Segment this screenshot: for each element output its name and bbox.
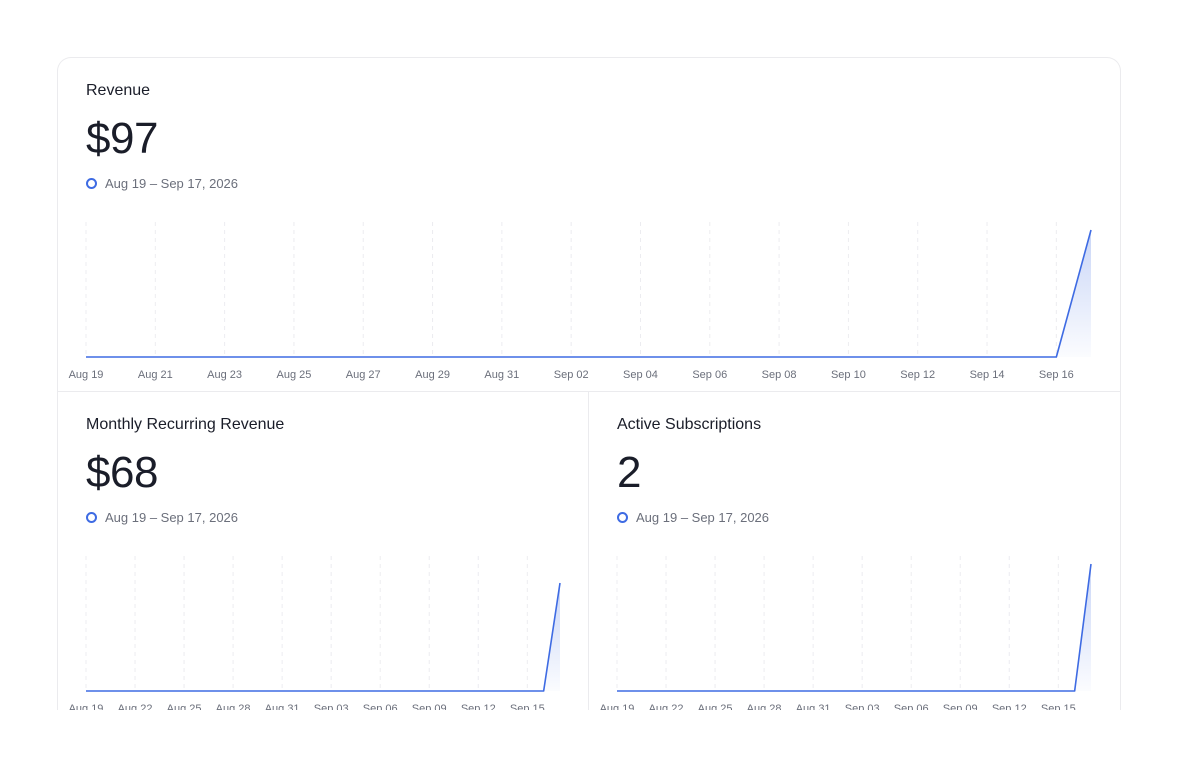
x-tick-label: Sep 04	[623, 369, 658, 381]
x-tick-label: Sep 10	[831, 369, 866, 381]
metric-value: $97	[86, 114, 158, 163]
x-tick-label: Aug 21	[138, 369, 173, 381]
x-tick-label: Sep 03	[314, 703, 349, 710]
x-tick-label: Sep 08	[762, 369, 797, 381]
date-range-label: Aug 19 – Sep 17, 2026	[105, 510, 239, 525]
series-marker-icon	[86, 178, 97, 189]
x-tick-label: Aug 27	[346, 369, 381, 381]
x-tick-label: Aug 22	[649, 703, 684, 710]
subscriptions-panel: Active Subscriptions 2 Aug 19 – Sep 17, …	[589, 392, 1120, 710]
date-range-label: Aug 19 – Sep 17, 2026	[105, 176, 239, 191]
x-tick-label: Aug 29	[415, 369, 450, 381]
x-tick-label: Aug 28	[216, 703, 251, 710]
x-tick-label: Aug 22	[118, 703, 153, 710]
x-tick-label: Aug 19	[600, 703, 635, 710]
x-tick-label: Sep 12	[992, 703, 1027, 710]
date-range: Aug 19 – Sep 17, 2026	[617, 510, 769, 525]
series-area	[86, 583, 560, 691]
series-line	[617, 563, 1092, 692]
x-tick-label: Sep 09	[943, 703, 978, 710]
x-tick-label: Sep 06	[363, 703, 398, 710]
mrr-chart[interactable]: Aug 19 Aug 22 Aug 25 Aug 28 Aug 31 Sep 03 Sep …	[58, 556, 589, 710]
x-tick-label: Aug 25	[167, 703, 202, 710]
subscriptions-chart[interactable]: Aug 19 Aug 22 Aug 25 Aug 28 Aug 31 Sep 03 Sep …	[589, 556, 1120, 710]
panel-title: Active Subscriptions	[617, 416, 762, 433]
x-tick-label: Sep 15	[1041, 703, 1076, 710]
x-tick-label: Aug 19	[69, 369, 104, 381]
x-tick-label: Sep 06	[894, 703, 929, 710]
x-tick-label: Sep 15	[510, 703, 545, 710]
date-range-label: Aug 19 – Sep 17, 2026	[636, 510, 770, 525]
series-area	[86, 230, 1091, 357]
x-tick-label: Sep 12	[461, 703, 496, 710]
metrics-card: Revenue $97 Aug 19 – Sep 17, 2026 Aug 19…	[57, 57, 1121, 710]
panel-title: Revenue	[86, 82, 151, 99]
revenue-panel: Revenue $97 Aug 19 – Sep 17, 2026 Aug 19…	[58, 58, 1120, 392]
metric-value: 2	[617, 448, 641, 497]
series-marker-icon	[86, 512, 97, 523]
x-tick-label: Sep 06	[692, 369, 727, 381]
date-range: Aug 19 – Sep 17, 2026	[86, 510, 238, 525]
x-tick-label: Sep 14	[970, 369, 1005, 381]
series-line	[86, 229, 1092, 358]
metric-value: $68	[86, 448, 158, 497]
x-tick-label: Aug 19	[69, 703, 104, 710]
x-tick-label: Aug 31	[484, 369, 519, 381]
date-range: Aug 19 – Sep 17, 2026	[86, 176, 238, 191]
x-tick-label: Sep 02	[554, 369, 589, 381]
mrr-panel: Monthly Recurring Revenue $68 Aug 19 – S…	[58, 392, 589, 710]
series-area	[617, 564, 1091, 691]
x-tick-label: Sep 03	[845, 703, 880, 710]
x-tick-label: Sep 12	[900, 369, 935, 381]
panel-title: Monthly Recurring Revenue	[86, 416, 285, 433]
x-tick-label: Aug 23	[207, 369, 242, 381]
x-tick-label: Sep 09	[412, 703, 447, 710]
x-tick-label: Sep 16	[1039, 369, 1074, 381]
series-marker-icon	[617, 512, 628, 523]
x-tick-label: Aug 31	[265, 703, 300, 710]
x-tick-label: Aug 25	[698, 703, 733, 710]
x-tick-label: Aug 25	[276, 369, 311, 381]
x-tick-label: Aug 31	[796, 703, 831, 710]
series-line	[86, 582, 561, 692]
x-tick-label: Aug 28	[747, 703, 782, 710]
revenue-chart[interactable]: Aug 19 Aug 21 Aug 23 Aug 25 Aug 27 Aug 29 Aug …	[58, 222, 1120, 392]
